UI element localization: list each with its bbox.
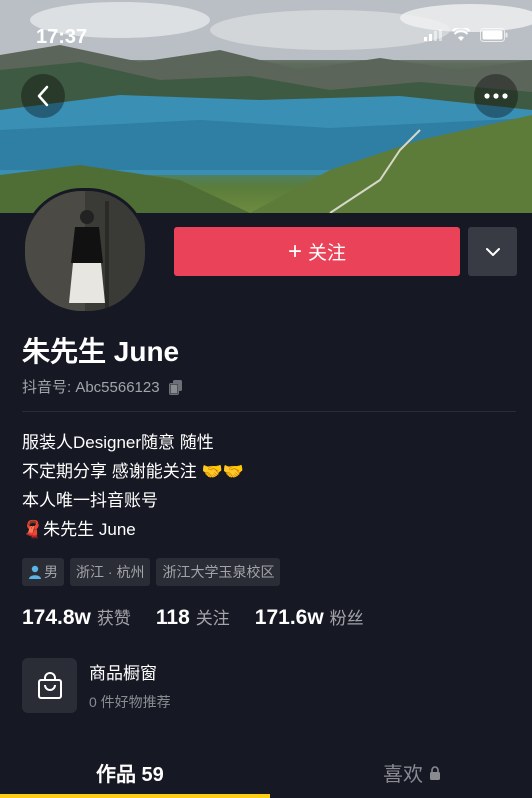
shop-window-entry[interactable]: 商品橱窗 0 件好物推荐 bbox=[22, 658, 171, 713]
avatar-photo bbox=[25, 191, 145, 311]
tab-likes-label: 喜欢 bbox=[383, 764, 423, 786]
status-bar: 17:37 bbox=[0, 24, 532, 54]
shop-subtitle: 0 件好物推荐 bbox=[89, 694, 171, 710]
ellipsis-icon bbox=[484, 93, 508, 99]
shopping-bag-icon bbox=[37, 671, 62, 699]
bio-line: 服装人Designer随意 随性 bbox=[22, 433, 214, 452]
status-icons bbox=[424, 28, 508, 42]
person-icon bbox=[29, 565, 41, 579]
following-count[interactable]: 118 bbox=[156, 606, 190, 630]
divider bbox=[22, 411, 516, 412]
shop-icon-box bbox=[22, 658, 77, 713]
status-time: 17:37 bbox=[36, 26, 88, 48]
avatar[interactable] bbox=[22, 188, 148, 314]
followers-label[interactable]: 粉丝 bbox=[330, 604, 364, 629]
bio-line: 🧣朱先生 June bbox=[22, 520, 136, 539]
chevron-left-icon bbox=[37, 85, 49, 107]
bio-line: 不定期分享 感谢能关注 🤝🤝 bbox=[22, 462, 244, 481]
profile-name: 朱先生 June bbox=[22, 336, 180, 367]
likes-count[interactable]: 174.8w bbox=[22, 606, 91, 630]
shop-title: 商品橱窗 bbox=[89, 664, 157, 683]
location-tag: 浙江 · 杭州 bbox=[70, 558, 151, 586]
back-button[interactable] bbox=[21, 74, 65, 118]
plus-icon: + bbox=[287, 237, 302, 265]
copy-icon[interactable] bbox=[168, 379, 184, 395]
chevron-down-icon bbox=[485, 247, 500, 256]
douyin-id: 抖音号: Abc5566123 bbox=[22, 376, 184, 397]
bio: 服装人Designer随意 随性 不定期分享 感谢能关注 🤝🤝 本人唯一抖音账号… bbox=[22, 428, 244, 544]
tab-likes[interactable]: 喜欢 bbox=[383, 758, 441, 787]
lock-icon bbox=[430, 765, 440, 780]
more-options-button[interactable] bbox=[474, 74, 518, 118]
wifi-icon bbox=[452, 28, 470, 41]
battery-icon bbox=[480, 28, 508, 42]
profile-tags: 男 浙江 · 杭州 浙江大学玉泉校区 bbox=[22, 558, 281, 586]
followers-count[interactable]: 171.6w bbox=[255, 606, 324, 630]
follow-button[interactable]: + 关注 bbox=[174, 227, 460, 276]
tab-works[interactable]: 作品 59 bbox=[96, 758, 164, 787]
bio-line: 本人唯一抖音账号 bbox=[22, 491, 158, 510]
cellular-signal-icon bbox=[424, 29, 442, 41]
following-label[interactable]: 关注 bbox=[196, 604, 230, 629]
likes-label[interactable]: 获赞 bbox=[97, 604, 131, 629]
profile-stats: 174.8w 获赞 118 关注 171.6w 粉丝 bbox=[22, 604, 389, 630]
recommend-dropdown-button[interactable] bbox=[468, 227, 517, 276]
school-tag[interactable]: 浙江大学玉泉校区 bbox=[156, 558, 281, 586]
follow-label: 关注 bbox=[308, 243, 347, 264]
content-tabs: 作品 59 喜欢 bbox=[0, 748, 532, 798]
tab-indicator bbox=[0, 794, 270, 798]
gender-tag: 男 bbox=[22, 558, 64, 586]
douyin-id-text: 抖音号: Abc5566123 bbox=[22, 379, 160, 396]
